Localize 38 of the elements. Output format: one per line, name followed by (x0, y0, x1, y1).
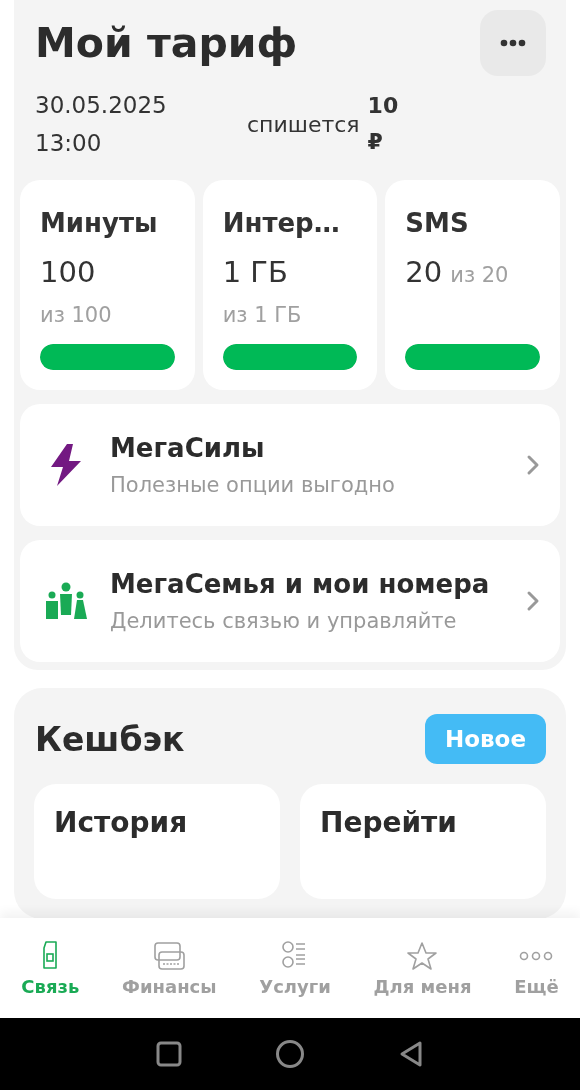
option-card[interactable]: МегаСилы Полезные опции выгодно (20, 404, 560, 526)
page-title: Мой тариф (35, 19, 298, 67)
new-badge: Новое (425, 714, 546, 764)
cashback-title: Кешбэк (35, 719, 185, 759)
counter-value: 1 ГБ (222, 254, 288, 291)
currency-sign: ₽ (367, 128, 384, 156)
counter-total: из 20 (450, 262, 509, 289)
counter-total: из 1 ГБ (222, 302, 302, 329)
chevron-right-icon (526, 454, 540, 476)
more-button[interactable] (480, 10, 546, 76)
chevron-right-icon (526, 590, 540, 612)
counter-title: Интер… (222, 208, 341, 238)
counter-card[interactable]: Интер… 1 ГБ из 1 ГБ (202, 180, 378, 390)
date-text: 30.05.2025 (35, 91, 168, 120)
charge-label: спишется (247, 111, 360, 137)
cashback-card-title: Перейти (320, 806, 457, 839)
option-title: МегаСемья и мои номера (110, 568, 491, 601)
counter-card[interactable]: SMS 20 из 20 (385, 180, 560, 390)
counter-total: из 100 (40, 302, 112, 329)
counter-title: SMS (405, 208, 470, 238)
recent-apps-icon[interactable] (156, 1041, 183, 1067)
lightning-icon (48, 442, 84, 488)
cashback-card[interactable]: Перейти (300, 784, 546, 899)
cashback-card[interactable]: История (34, 784, 280, 899)
counter-title: Минуты (40, 208, 159, 238)
option-title: МегаСилы (110, 432, 266, 465)
home-icon[interactable] (275, 1039, 305, 1069)
option-subtitle: Полезные опции выгодно (110, 472, 396, 499)
counter-card[interactable]: Минуты 100 из 100 (20, 180, 195, 390)
counter-value: 20 (405, 254, 443, 291)
charge-amount: 10 (367, 92, 399, 120)
time-text: 13:00 (35, 129, 103, 158)
option-card[interactable]: МегаСемья и мои номера Делитесь связью и управляйте (20, 540, 560, 662)
counter-value: 100 (40, 254, 96, 291)
more-icon (500, 39, 526, 47)
cashback-card-title: История (54, 806, 188, 839)
people-icon (45, 582, 87, 620)
option-subtitle: Делитесь связью и управляйте (110, 608, 458, 635)
